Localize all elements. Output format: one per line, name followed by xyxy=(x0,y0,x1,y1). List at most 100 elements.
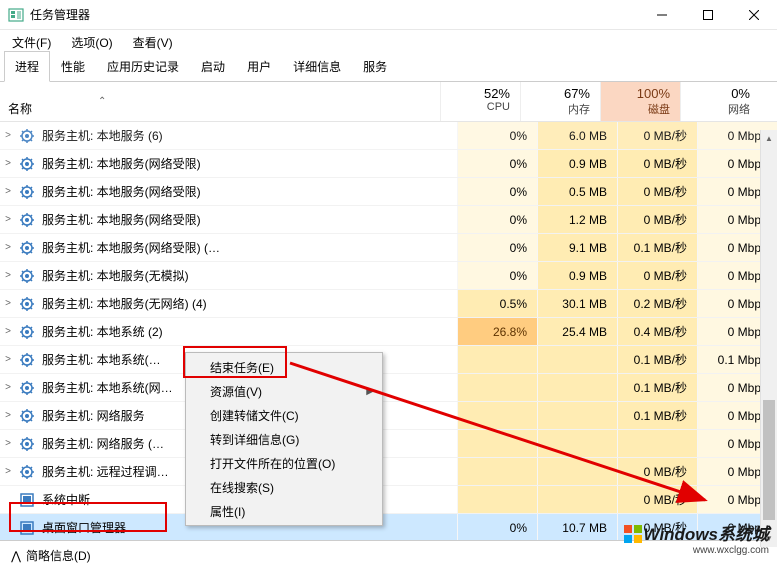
tab-details[interactable]: 详细信息 xyxy=(282,51,352,82)
expand-chevron-icon[interactable]: > xyxy=(0,466,16,477)
minimize-button[interactable] xyxy=(639,0,685,29)
chevron-up-icon[interactable]: ⋀ xyxy=(10,549,22,563)
cell-disk: 0 MB/秒 xyxy=(617,262,697,289)
expand-chevron-icon[interactable]: > xyxy=(0,326,16,337)
table-row[interactable]: >服务主机: 本地系统(网…0.1 MB/秒0 Mbps xyxy=(0,374,777,402)
cell-cpu: 0% xyxy=(457,234,537,261)
expand-chevron-icon[interactable]: > xyxy=(0,242,16,253)
window-title: 任务管理器 xyxy=(30,6,639,23)
cell-cpu: 0% xyxy=(457,150,537,177)
column-disk[interactable]: 100% 磁盘 xyxy=(600,82,680,121)
tab-startup[interactable]: 启动 xyxy=(190,51,236,82)
cell-disk: 0.1 MB/秒 xyxy=(617,402,697,429)
cell-cpu xyxy=(457,458,537,485)
column-headers: ⌃ 名称 52% CPU 67% 内存 100% 磁盘 0% 网络 xyxy=(0,82,777,122)
scrollbar-thumb[interactable] xyxy=(763,400,775,520)
watermark-text: Windows系统城 xyxy=(624,520,769,545)
cell-memory xyxy=(537,346,617,373)
menu-options[interactable]: 选项(O) xyxy=(65,32,118,53)
process-name: 服务主机: 本地服务(无模拟) xyxy=(42,267,457,284)
context-menu-item[interactable]: 结束任务(E) xyxy=(186,355,382,379)
gear-icon xyxy=(18,267,36,285)
cell-disk: 0 MB/秒 xyxy=(617,122,697,149)
cell-disk xyxy=(617,430,697,457)
table-row[interactable]: >服务主机: 本地系统 (2)26.8%25.4 MB0.4 MB/秒0 Mbp… xyxy=(0,318,777,346)
menu-view[interactable]: 查看(V) xyxy=(127,32,179,53)
tab-app-history[interactable]: 应用历史记录 xyxy=(96,51,190,82)
expand-chevron-icon[interactable]: > xyxy=(0,298,16,309)
column-name[interactable]: ⌃ 名称 xyxy=(0,82,440,121)
gear-icon xyxy=(18,323,36,341)
gear-icon xyxy=(18,435,36,453)
table-row[interactable]: >服务主机: 网络服务 (…0 Mbps xyxy=(0,430,777,458)
cell-cpu: 0.5% xyxy=(457,290,537,317)
table-row[interactable]: >服务主机: 本地服务(无模拟)0%0.9 MB0 MB/秒0 Mbps xyxy=(0,262,777,290)
table-row[interactable]: >服务主机: 网络服务0.1 MB/秒0 Mbps xyxy=(0,402,777,430)
cell-cpu xyxy=(457,486,537,513)
cell-memory: 0.9 MB xyxy=(537,150,617,177)
column-memory[interactable]: 67% 内存 xyxy=(520,82,600,121)
process-icon xyxy=(18,491,36,509)
context-menu-item[interactable]: 在线搜索(S) xyxy=(186,475,382,499)
expand-chevron-icon[interactable]: > xyxy=(0,130,16,141)
expand-chevron-icon[interactable]: > xyxy=(0,270,16,281)
process-name: 服务主机: 本地服务(网络受限) xyxy=(42,155,457,172)
context-menu-item[interactable]: 属性(I) xyxy=(186,499,382,523)
tab-users[interactable]: 用户 xyxy=(236,51,282,82)
table-row[interactable]: >服务主机: 本地服务(无网络) (4)0.5%30.1 MB0.2 MB/秒0… xyxy=(0,290,777,318)
table-row[interactable]: >服务主机: 本地服务(网络受限)0%0.9 MB0 MB/秒0 Mbps xyxy=(0,150,777,178)
tab-processes[interactable]: 进程 xyxy=(4,51,50,82)
cell-memory: 0.5 MB xyxy=(537,178,617,205)
app-icon xyxy=(8,7,24,23)
menu-file[interactable]: 文件(F) xyxy=(6,32,57,53)
table-row[interactable]: 系统中断0 MB/秒0 Mbps xyxy=(0,486,777,514)
process-name: 服务主机: 本地服务(网络受限) (… xyxy=(42,239,457,256)
cell-disk: 0.1 MB/秒 xyxy=(617,374,697,401)
vertical-scrollbar[interactable]: ▲ ▼ xyxy=(760,130,777,547)
expand-chevron-icon[interactable]: > xyxy=(0,354,16,365)
maximize-button[interactable] xyxy=(685,0,731,29)
close-button[interactable] xyxy=(731,0,777,29)
gear-icon xyxy=(18,239,36,257)
table-row[interactable]: >服务主机: 本地服务(网络受限)0%1.2 MB0 MB/秒0 Mbps xyxy=(0,206,777,234)
expand-chevron-icon[interactable]: > xyxy=(0,158,16,169)
tab-performance[interactable]: 性能 xyxy=(50,51,96,82)
column-cpu[interactable]: 52% CPU xyxy=(440,82,520,121)
cell-memory xyxy=(537,374,617,401)
watermark: Windows系统城 www.wxclgg.com xyxy=(624,520,769,556)
tab-services[interactable]: 服务 xyxy=(352,51,398,82)
context-menu: 结束任务(E)资源值(V)▶创建转储文件(C)转到详细信息(G)打开文件所在的位… xyxy=(185,352,383,526)
cell-disk: 0 MB/秒 xyxy=(617,206,697,233)
process-name: 服务主机: 本地服务(网络受限) xyxy=(42,183,457,200)
cell-cpu: 26.8% xyxy=(457,318,537,345)
expand-chevron-icon[interactable]: > xyxy=(0,214,16,225)
table-row[interactable]: >服务主机: 本地系统(…0.1 MB/秒0.1 Mbps xyxy=(0,346,777,374)
table-row[interactable]: >服务主机: 远程过程调…0 MB/秒0 Mbps xyxy=(0,458,777,486)
scroll-up-button[interactable]: ▲ xyxy=(761,130,777,147)
context-menu-item[interactable]: 创建转储文件(C) xyxy=(186,403,382,427)
cell-memory xyxy=(537,430,617,457)
fewer-details-button[interactable]: 简略信息(D) xyxy=(26,547,91,564)
expand-chevron-icon[interactable]: > xyxy=(0,186,16,197)
cell-memory: 30.1 MB xyxy=(537,290,617,317)
expand-chevron-icon[interactable]: > xyxy=(0,410,16,421)
cell-disk: 0 MB/秒 xyxy=(617,150,697,177)
context-menu-item[interactable]: 资源值(V)▶ xyxy=(186,379,382,403)
gear-icon xyxy=(18,127,36,145)
cell-disk: 0.1 MB/秒 xyxy=(617,234,697,261)
table-row[interactable]: >服务主机: 本地服务(网络受限) (…0%9.1 MB0.1 MB/秒0 Mb… xyxy=(0,234,777,262)
context-menu-item[interactable]: 打开文件所在的位置(O) xyxy=(186,451,382,475)
cell-cpu xyxy=(457,430,537,457)
expand-chevron-icon[interactable]: > xyxy=(0,438,16,449)
column-network[interactable]: 0% 网络 xyxy=(680,82,760,121)
gear-icon xyxy=(18,211,36,229)
process-name: 服务主机: 本地服务(无网络) (4) xyxy=(42,295,457,312)
table-row[interactable]: >服务主机: 本地服务(网络受限)0%0.5 MB0 MB/秒0 Mbps xyxy=(0,178,777,206)
cell-cpu: 0% xyxy=(457,206,537,233)
cell-disk: 0.2 MB/秒 xyxy=(617,290,697,317)
process-name: 服务主机: 本地服务(网络受限) xyxy=(42,211,457,228)
gear-icon xyxy=(18,463,36,481)
expand-chevron-icon[interactable]: > xyxy=(0,382,16,393)
table-row[interactable]: >服务主机: 本地服务 (6)0%6.0 MB0 MB/秒0 Mbps xyxy=(0,122,777,150)
context-menu-item[interactable]: 转到详细信息(G) xyxy=(186,427,382,451)
